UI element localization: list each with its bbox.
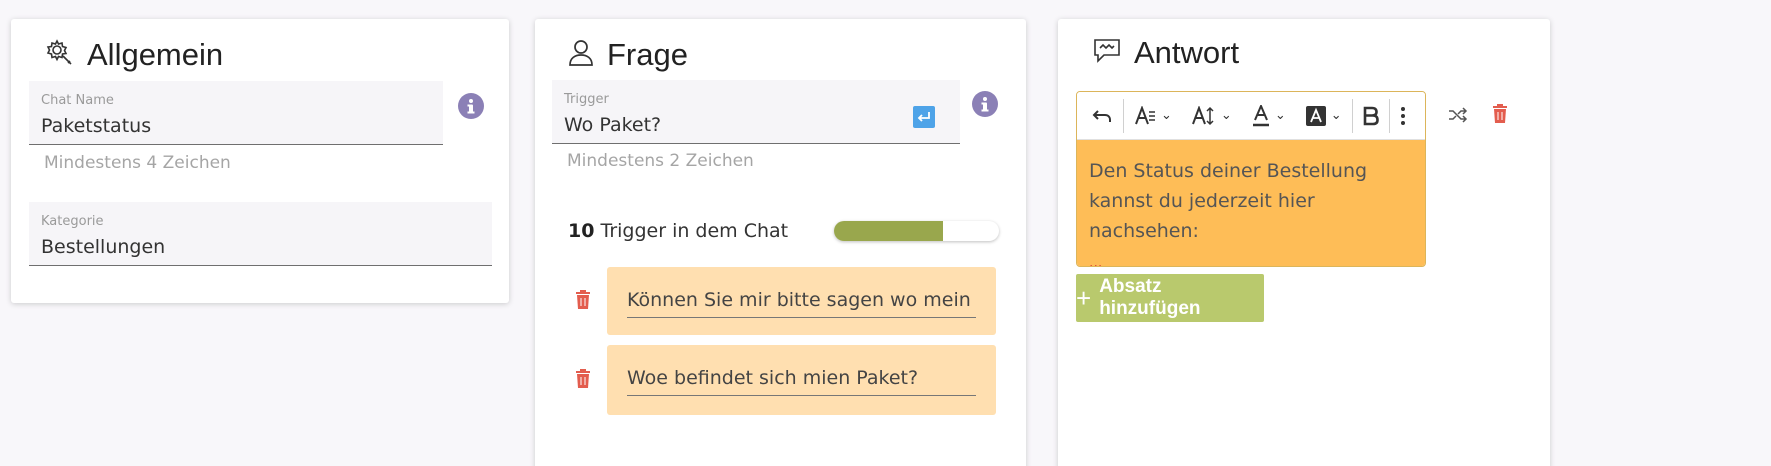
trigger-field[interactable]: Trigger Wo Paket? bbox=[552, 80, 960, 144]
chat-name-field[interactable]: Chat Name Paketstatus bbox=[29, 81, 443, 145]
bold-icon[interactable] bbox=[1353, 92, 1389, 139]
answer-header: Antwort bbox=[1092, 35, 1239, 71]
chevron-down-icon: ⌄ bbox=[1330, 108, 1342, 123]
answer-text[interactable]: Den Status deiner Bestellung kannst du j… bbox=[1089, 156, 1413, 246]
font-style-icon[interactable]: ⌄ bbox=[1124, 92, 1182, 139]
trigger-count: 10 bbox=[568, 220, 595, 242]
undo-icon[interactable] bbox=[1081, 92, 1123, 139]
chat-bubble-icon bbox=[1092, 37, 1122, 69]
chat-name-label: Chat Name bbox=[41, 93, 114, 108]
trigger-label: Trigger bbox=[564, 92, 609, 107]
question-card: Frage Trigger Wo Paket? Mindestens 2 Zei… bbox=[535, 19, 1026, 466]
delete-icon[interactable] bbox=[575, 369, 591, 393]
more-icon[interactable] bbox=[1390, 92, 1416, 139]
category-value: Bestellungen bbox=[41, 236, 166, 258]
font-color-icon[interactable]: ⌄ bbox=[1242, 92, 1296, 139]
trigger-count-text: 10 Trigger in dem Chat bbox=[568, 220, 788, 242]
answer-link-marker[interactable]: ... bbox=[1089, 255, 1102, 266]
trigger-count-label: Trigger in dem Chat bbox=[600, 220, 789, 242]
enter-icon[interactable] bbox=[913, 106, 935, 128]
delete-icon[interactable] bbox=[575, 290, 591, 314]
answer-editor[interactable]: ⌄ ⌄ ⌄ ⌄ Den Status deiner Bestellung kan… bbox=[1076, 91, 1426, 267]
category-label: Kategorie bbox=[41, 214, 104, 229]
answer-card: Antwort ⌄ ⌄ ⌄ ⌄ Den Status deiner Bestel… bbox=[1058, 19, 1550, 466]
trigger-item[interactable]: Woe befindet sich mien Paket? bbox=[607, 345, 996, 415]
answer-title: Antwort bbox=[1134, 35, 1240, 70]
trigger-value: Wo Paket? bbox=[564, 114, 662, 136]
general-header: Allgemein bbox=[45, 37, 223, 73]
info-icon[interactable] bbox=[972, 91, 998, 117]
question-title: Frage bbox=[607, 37, 688, 72]
editor-toolbar: ⌄ ⌄ ⌄ ⌄ bbox=[1077, 92, 1425, 140]
question-header: Frage bbox=[567, 37, 688, 73]
plus-icon: + bbox=[1076, 282, 1092, 313]
font-size-icon[interactable]: ⌄ bbox=[1182, 92, 1242, 139]
settings-wrench-icon bbox=[45, 38, 75, 72]
info-icon[interactable] bbox=[458, 93, 484, 119]
trigger-item-text[interactable]: Woe befindet sich mien Paket? bbox=[627, 367, 976, 396]
highlight-icon[interactable]: ⌄ bbox=[1296, 92, 1352, 139]
add-paragraph-button[interactable]: + Absatz hinzufügen bbox=[1076, 274, 1264, 322]
add-paragraph-label: Absatz hinzufügen bbox=[1099, 276, 1201, 319]
chevron-down-icon: ⌄ bbox=[1220, 108, 1232, 123]
category-field[interactable]: Kategorie Bestellungen bbox=[29, 202, 492, 266]
delete-icon[interactable] bbox=[1492, 104, 1508, 128]
shuffle-icon[interactable] bbox=[1448, 107, 1468, 127]
trigger-progress-bar bbox=[834, 221, 999, 241]
general-title: Allgemein bbox=[87, 37, 224, 72]
trigger-item[interactable]: Können Sie mir bitte sagen wo mein Paket… bbox=[607, 267, 996, 335]
person-icon bbox=[567, 38, 595, 72]
trigger-progress-fill bbox=[834, 221, 943, 241]
trigger-item-text[interactable]: Können Sie mir bitte sagen wo mein Paket… bbox=[627, 289, 976, 318]
trigger-hint: Mindestens 2 Zeichen bbox=[567, 151, 754, 171]
chevron-down-icon: ⌄ bbox=[1161, 108, 1172, 123]
general-card: Allgemein Chat Name Paketstatus Mindeste… bbox=[11, 19, 509, 303]
editor-content[interactable]: Den Status deiner Bestellung kannst du j… bbox=[1077, 140, 1425, 266]
chevron-down-icon: ⌄ bbox=[1274, 108, 1286, 123]
chat-name-value: Paketstatus bbox=[41, 115, 152, 137]
chat-name-hint: Mindestens 4 Zeichen bbox=[44, 153, 231, 173]
